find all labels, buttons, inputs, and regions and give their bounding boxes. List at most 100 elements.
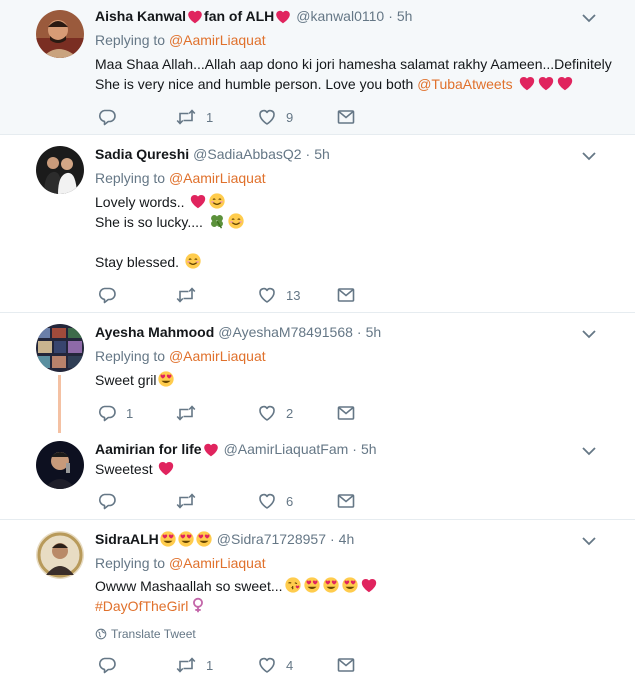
reply-button[interactable]	[97, 491, 126, 511]
red-heart-emoji	[556, 74, 574, 92]
heart-eyes-emoji	[322, 576, 340, 594]
display-name[interactable]: Sadia Qureshi	[95, 145, 189, 163]
four-leaf-clover-emoji	[208, 212, 226, 230]
chevron-down-icon[interactable]	[581, 535, 597, 547]
chevron-down-icon[interactable]	[581, 150, 597, 162]
handle[interactable]: @kanwal0110	[296, 7, 384, 25]
red-heart-emoji	[189, 192, 207, 210]
tweet-text-line: She is very nice and humble person. Love…	[95, 74, 574, 94]
handle[interactable]: @SadiaAbbasQ2	[193, 145, 301, 163]
smiling-face-emoji	[227, 212, 245, 230]
like-icon	[257, 403, 277, 423]
like-button[interactable]: 2	[257, 403, 293, 423]
reply-icon	[97, 403, 117, 423]
retweet-icon	[175, 403, 197, 423]
like-button[interactable]: 9	[257, 107, 293, 127]
dm-icon	[336, 491, 356, 511]
handle[interactable]: @AyeshaM78491568	[218, 323, 353, 341]
mention-link[interactable]: @TubaAtweets	[417, 76, 512, 92]
tweet-aamirian-for-life[interactable]: Aamirian for life @AamirLiaquatFam · 5h …	[0, 430, 635, 519]
timestamp[interactable]: 5h	[366, 323, 382, 341]
tweet-ayesha-mahmood[interactable]: Ayesha Mahmood @AyeshaM78491568 · 5h Rep…	[0, 313, 635, 433]
like-icon	[257, 491, 277, 511]
heart-eyes-emoji	[303, 576, 321, 594]
direct-message-button[interactable]	[336, 285, 356, 305]
tweet-actions: 1 2	[97, 403, 457, 423]
translate-tweet-link[interactable]: Translate Tweet	[95, 626, 196, 642]
red-heart-emoji	[518, 74, 536, 92]
reply-icon	[97, 655, 117, 675]
tweet-text-line: Owww Mashaallah so sweet...	[95, 576, 378, 596]
mention-link[interactable]: @AamirLiaquat	[169, 555, 266, 571]
timestamp[interactable]: 5h	[397, 7, 413, 25]
tweet-text-line: Sweet gril	[95, 370, 175, 390]
like-button[interactable]: 6	[257, 491, 293, 511]
retweet-button[interactable]	[175, 403, 206, 423]
replying-to: Replying to @AamirLiaquat	[95, 32, 266, 48]
avatar[interactable]	[36, 441, 84, 489]
chevron-down-icon[interactable]	[581, 328, 597, 340]
chevron-down-icon[interactable]	[581, 445, 597, 457]
red-heart-emoji	[360, 576, 378, 594]
display-name[interactable]: SidraALH	[95, 530, 159, 548]
retweet-button[interactable]	[175, 285, 206, 305]
like-button[interactable]: 13	[257, 285, 300, 305]
tweet-actions: 1 9	[97, 107, 457, 127]
retweet-button[interactable]: 1	[175, 655, 213, 675]
like-button[interactable]: 4	[257, 655, 293, 675]
avatar[interactable]	[36, 531, 84, 579]
direct-message-button[interactable]	[336, 107, 356, 127]
tweet-header: Aamirian for life @AamirLiaquatFam · 5h	[95, 440, 377, 458]
reply-button[interactable]	[97, 107, 126, 127]
avatar[interactable]	[36, 10, 84, 58]
avatar[interactable]	[36, 324, 84, 372]
like-icon	[257, 107, 277, 127]
red-heart-emoji	[537, 74, 555, 92]
display-name[interactable]: Aisha Kanwal	[95, 7, 186, 25]
tweet-aisha-kanwal[interactable]: Aisha Kanwal fan of ALH @kanwal0110 · 5h…	[0, 0, 635, 134]
reply-button[interactable]	[97, 285, 126, 305]
direct-message-button[interactable]	[336, 491, 356, 511]
reply-button[interactable]: 1	[97, 403, 133, 423]
tweet-actions: 1 4	[97, 655, 457, 675]
retweet-button[interactable]: 1	[175, 107, 213, 127]
tweet-text-line: She is so lucky....	[95, 212, 245, 232]
tweet-header: Ayesha Mahmood @AyeshaM78491568 · 5h	[95, 323, 382, 341]
hashtag-link[interactable]: #DayOfTheGirl	[95, 598, 188, 614]
avatar[interactable]	[36, 146, 84, 194]
display-name[interactable]: Aamirian for life	[95, 440, 202, 458]
tweet-text-line: Maa Shaa Allah...Allah aap dono ki jori …	[95, 56, 612, 72]
tweet-sidra-alh[interactable]: SidraALH @Sidra71728957 · 4h Replying to…	[0, 520, 635, 681]
retweet-button[interactable]	[175, 491, 206, 511]
replying-to: Replying to @AamirLiaquat	[95, 170, 266, 186]
mention-link[interactable]: @AamirLiaquat	[169, 32, 266, 48]
red-heart-emoji	[157, 459, 175, 477]
retweet-icon	[175, 285, 197, 305]
retweet-icon	[175, 107, 197, 127]
mention-link[interactable]: @AamirLiaquat	[169, 170, 266, 186]
display-name-suffix[interactable]: fan of ALH	[204, 7, 274, 25]
direct-message-button[interactable]	[336, 403, 356, 423]
dm-icon	[336, 655, 356, 675]
tweet-header: Sadia Qureshi @SadiaAbbasQ2 · 5h	[95, 145, 330, 163]
timestamp[interactable]: 5h	[361, 440, 377, 458]
tweet-text-line: Sweetest	[95, 459, 175, 479]
like-icon	[257, 285, 277, 305]
reply-button[interactable]	[97, 655, 126, 675]
like-icon	[257, 655, 277, 675]
timestamp[interactable]: 4h	[339, 530, 355, 548]
replying-to: Replying to @AamirLiaquat	[95, 555, 266, 571]
handle[interactable]: @AamirLiaquatFam	[224, 440, 349, 458]
mention-link[interactable]: @AamirLiaquat	[169, 348, 266, 364]
display-name[interactable]: Ayesha Mahmood	[95, 323, 214, 341]
thread-line	[58, 375, 61, 433]
handle[interactable]: @Sidra71728957	[217, 530, 326, 548]
red-heart-emoji	[186, 8, 204, 25]
tweet-sadia-qureshi[interactable]: Sadia Qureshi @SadiaAbbasQ2 · 5h Replyin…	[0, 135, 635, 312]
heart-eyes-emoji	[157, 370, 175, 388]
timestamp[interactable]: 5h	[314, 145, 330, 163]
tweet-text-line: #DayOfTheGirl	[95, 596, 207, 616]
direct-message-button[interactable]	[336, 655, 356, 675]
chevron-down-icon[interactable]	[581, 12, 597, 24]
heart-eyes-emoji	[341, 576, 359, 594]
